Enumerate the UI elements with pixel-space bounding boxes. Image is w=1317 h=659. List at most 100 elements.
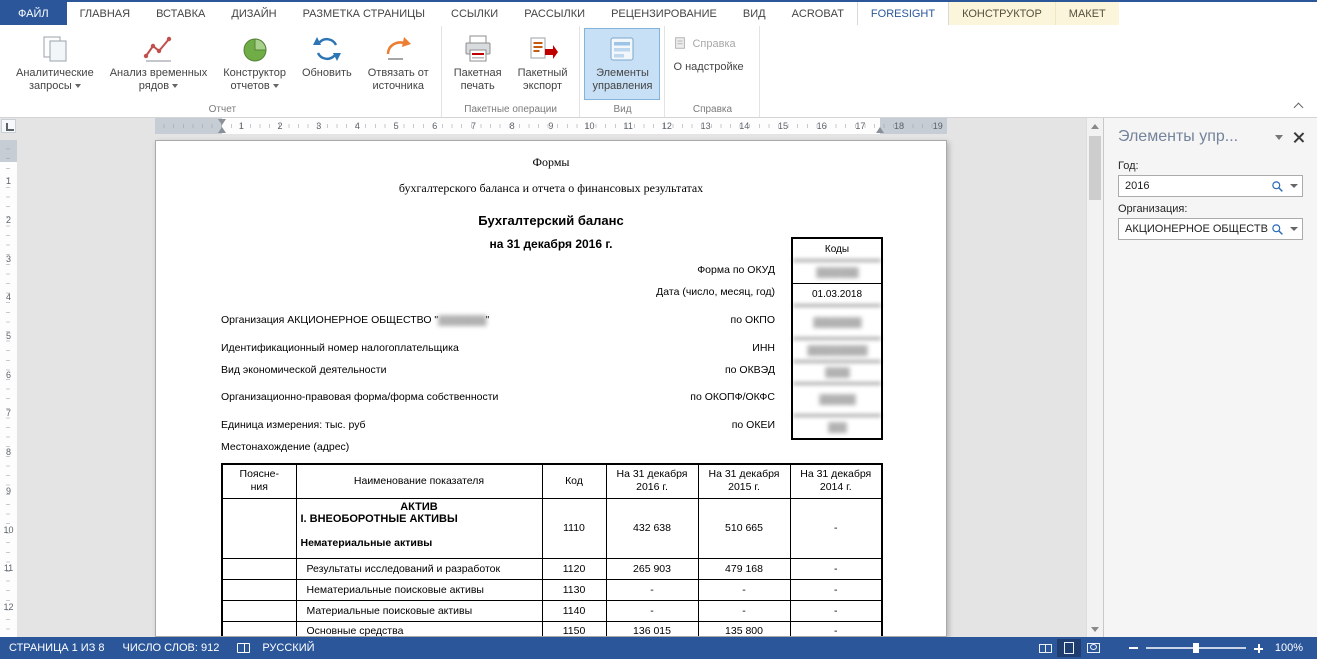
table-row: Нематериальные поисковые активы 1130- -- (222, 579, 882, 600)
okopf-label: по ОКОПФ/ОКФС (690, 391, 783, 403)
page-indicator[interactable]: СТРАНИЦА 1 ИЗ 8 (0, 637, 114, 659)
zoom-slider[interactable] (1146, 647, 1246, 649)
ruler-number: 1 (0, 162, 17, 201)
okved-label: по ОКВЭД (725, 364, 783, 376)
date-label: Дата (число, месяц, год) (656, 286, 783, 298)
zoom-out-button[interactable] (1129, 647, 1138, 649)
right-indent-marker[interactable] (876, 127, 884, 133)
tab-page-layout[interactable]: РАЗМЕТКА СТРАНИЦЫ (290, 2, 438, 25)
year-input[interactable]: 2016 (1118, 175, 1303, 197)
batch-export-label: Пакетный экспорт (518, 67, 568, 92)
task-pane-menu-arrow-icon[interactable] (1275, 135, 1283, 140)
ruler-number: 13 (686, 119, 725, 133)
batch-print-button[interactable]: Пакетная печать (446, 28, 510, 100)
batch-export-button[interactable]: Пакетный экспорт (510, 28, 576, 100)
tab-acrobat[interactable]: ACROBAT (779, 2, 857, 25)
okopf-code-value: ▓▓▓▓▓▓ (793, 383, 881, 415)
okopf-line: Организационно-правовая форма/форма собс… (221, 391, 690, 403)
time-series-label: Анализ временных рядов (110, 67, 208, 92)
tab-view[interactable]: ВИД (730, 2, 779, 25)
pie-chart-icon (239, 33, 271, 65)
form-heading-line1: Формы (156, 155, 946, 170)
organization-input-value: АКЦИОНЕРНОЕ ОБЩЕСТВО (1125, 223, 1268, 235)
table-row: Материальные поисковые активы 1140- -- (222, 600, 882, 621)
ruler-number: 2 (261, 119, 300, 133)
organization-input[interactable]: АКЦИОНЕРНОЕ ОБЩЕСТВО (1118, 218, 1303, 240)
col-header-code: Код (542, 464, 606, 498)
web-layout-button[interactable] (1081, 639, 1105, 657)
status-bar: СТРАНИЦА 1 ИЗ 8 ЧИСЛО СЛОВ: 912 РУССКИЙ … (0, 637, 1317, 659)
task-pane-close-button[interactable] (1293, 131, 1305, 143)
language-indicator[interactable]: РУССКИЙ (253, 637, 323, 659)
search-icon[interactable] (1268, 223, 1286, 236)
ruler-number: 4 (0, 278, 17, 317)
ribbon-group-report: Аналитические запросы Анализ временных р… (4, 26, 442, 117)
tab-review[interactable]: РЕЦЕНЗИРОВАНИЕ (598, 2, 730, 25)
analytic-queries-button[interactable]: Аналитические запросы (8, 28, 102, 100)
refresh-button[interactable]: Обновить (294, 28, 360, 100)
report-builder-button[interactable]: Конструктор отчетов (215, 28, 294, 100)
document-page[interactable]: Формы бухгалтерского баланса и отчета о … (155, 140, 947, 637)
tab-insert[interactable]: ВСТАВКА (143, 2, 218, 25)
masked-org-name: ▓▓▓▓▓▓▓▓ (438, 315, 485, 326)
tab-mailings[interactable]: РАССЫЛКИ (511, 2, 598, 25)
left-indent-marker[interactable] (218, 127, 226, 133)
ribbon-group-view: Элементы управления Вид (580, 26, 665, 117)
document-scrollbar[interactable] (1086, 118, 1103, 637)
tab-foresight[interactable]: FORESIGHT (857, 2, 949, 25)
tab-stop-selector[interactable] (1, 119, 16, 133)
okei-line: Единица измерения: тыс. руб (221, 419, 732, 431)
help-button[interactable]: Справка (669, 34, 755, 54)
word-count[interactable]: ЧИСЛО СЛОВ: 912 (114, 637, 229, 659)
ribbon-group-help: Справка О надстройке Справка (665, 26, 760, 117)
tab-file[interactable]: ФАЙЛ (0, 2, 67, 25)
document-viewport: 12345678910111213141516171819 1234567891… (0, 118, 1103, 637)
tab-table-design[interactable]: КОНСТРУКТОР (949, 2, 1055, 25)
refresh-icon (311, 33, 343, 65)
tab-design[interactable]: ДИЗАЙН (218, 2, 289, 25)
batch-print-label: Пакетная печать (454, 67, 502, 92)
zoom-percentage[interactable]: 100% (1271, 642, 1317, 654)
tab-home[interactable]: ГЛАВНАЯ (67, 2, 143, 25)
scroll-down-button[interactable] (1087, 621, 1103, 637)
tab-table-layout[interactable]: МАКЕТ (1055, 2, 1119, 25)
okud-code-value: ▓▓▓▓▓▓▓ (793, 260, 881, 283)
okud-label: Форма по ОКУД (697, 264, 783, 276)
refresh-label: Обновить (302, 67, 352, 79)
ruler-number: 5 (377, 119, 416, 133)
group-label-report: Отчет (4, 104, 441, 115)
col-header-2014: На 31 декабря 2014 г. (790, 464, 882, 498)
dropdown-arrow-icon[interactable] (1286, 227, 1302, 231)
ruler-number: 9 (532, 119, 571, 133)
ruler-number: 12 (648, 119, 687, 133)
okei-label: по ОКЕИ (732, 419, 783, 431)
scrollbar-thumb[interactable] (1089, 136, 1101, 200)
year-input-value: 2016 (1125, 180, 1268, 192)
collapse-ribbon-button[interactable] (1294, 101, 1303, 110)
ruler-number: 7 (0, 394, 17, 433)
okved-line: Вид экономической деятельности (221, 364, 725, 376)
zoom-in-button[interactable] (1254, 644, 1263, 653)
help-label: Справка (692, 38, 735, 50)
read-mode-button[interactable] (1033, 639, 1057, 657)
inn-line: Идентификационный номер налогоплательщик… (221, 342, 752, 354)
table-header-row: Поясне- ния Наименование показателя Код … (222, 464, 882, 498)
print-layout-button[interactable] (1057, 639, 1081, 657)
horizontal-ruler: 12345678910111213141516171819 (17, 118, 1086, 134)
tab-references[interactable]: ССЫЛКИ (438, 2, 511, 25)
about-addin-label: О надстройке (673, 61, 743, 73)
search-icon[interactable] (1268, 180, 1286, 193)
first-line-indent-marker[interactable] (218, 119, 226, 125)
unlink-source-button[interactable]: Отвязать от источника (360, 28, 437, 100)
col-header-explanations: Поясне- ния (222, 464, 296, 498)
proofing-status-icon[interactable] (237, 643, 250, 653)
scroll-up-button[interactable] (1087, 118, 1103, 134)
analytic-queries-icon (39, 33, 71, 65)
controls-pane-toggle-button[interactable]: Элементы управления (584, 28, 660, 100)
zoom-slider-thumb[interactable] (1193, 643, 1199, 653)
ruler-number: 11 (0, 549, 17, 588)
dropdown-arrow-icon[interactable] (1286, 184, 1302, 188)
time-series-button[interactable]: Анализ временных рядов (102, 28, 216, 100)
ruler-number: 3 (0, 239, 17, 278)
about-addin-button[interactable]: О надстройке (669, 57, 755, 77)
